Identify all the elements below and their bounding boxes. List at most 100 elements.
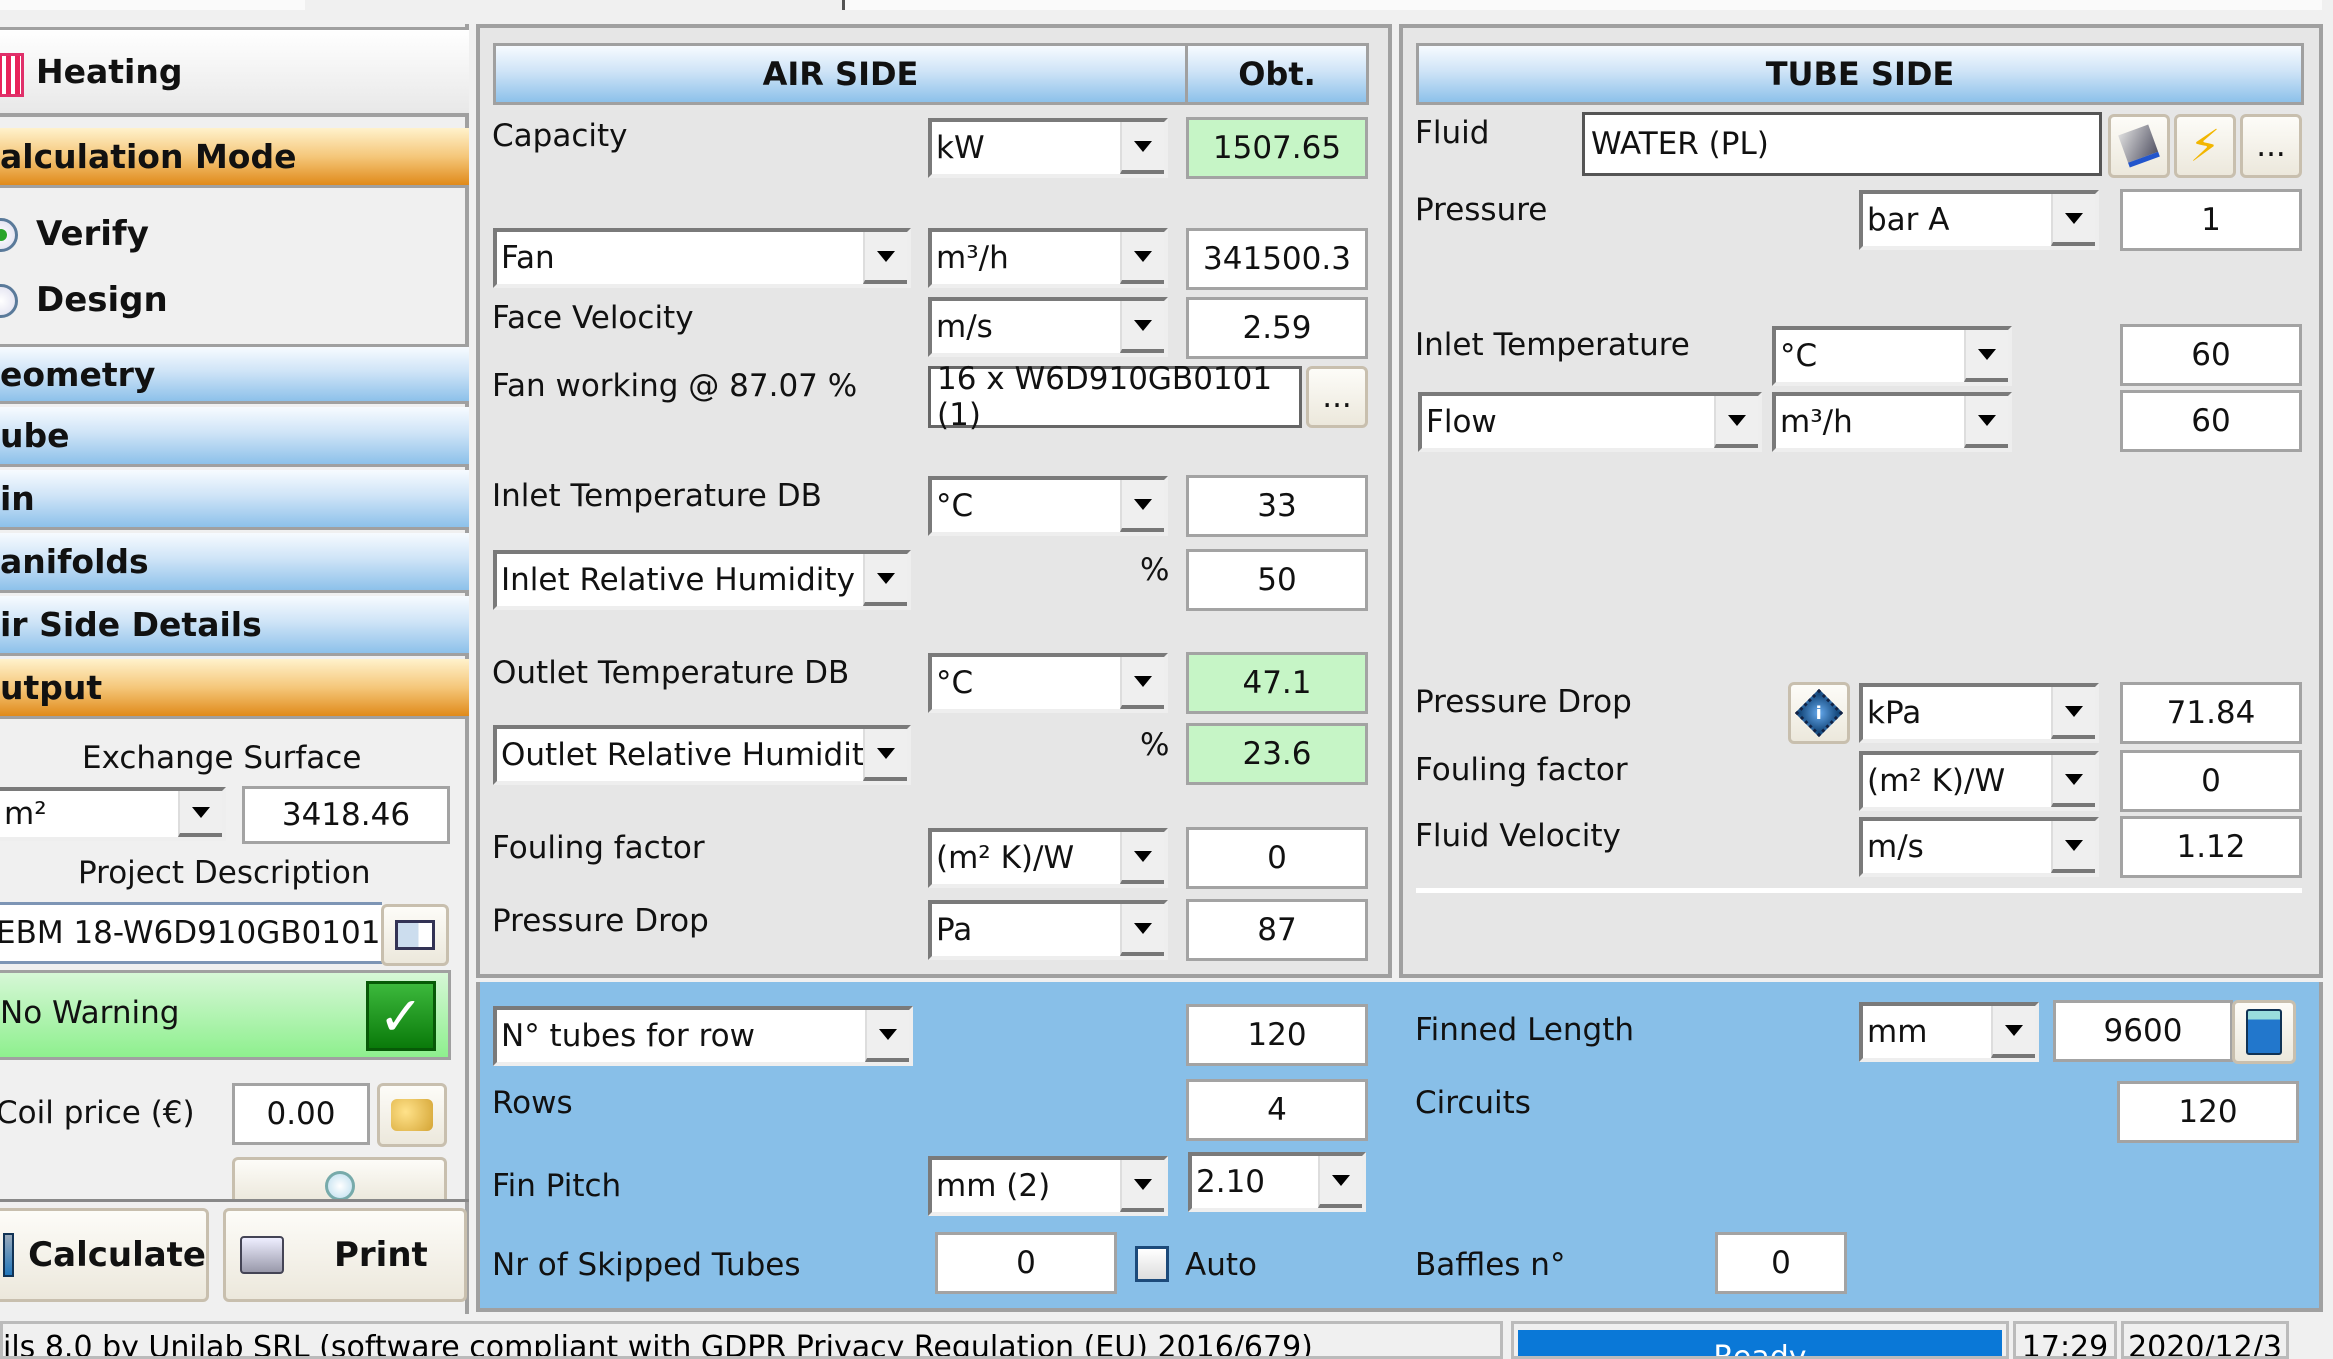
chevron-down-icon[interactable]	[2051, 194, 2095, 246]
price-list-button[interactable]	[377, 1083, 447, 1147]
auto-checkbox[interactable]	[1135, 1246, 1169, 1282]
skipped-tubes-input[interactable]: 0	[935, 1232, 1117, 1294]
outlet-humidity-unit: %	[1140, 727, 1170, 763]
tubes-per-row-input[interactable]: 120	[1186, 1004, 1368, 1066]
tube-pressure-drop-unit-select[interactable]: kPa	[1859, 683, 2099, 743]
sidebar-item-fin[interactable]: in	[0, 470, 469, 530]
calculator-icon	[2246, 1009, 2282, 1055]
exchange-surface-unit-select[interactable]: m²	[0, 787, 226, 841]
tube-flow-input[interactable]: 60	[2120, 390, 2302, 452]
finned-length-label: Finned Length	[1415, 1012, 1635, 1048]
print-button[interactable]: Print	[223, 1208, 467, 1302]
chevron-down-icon[interactable]	[1318, 1156, 1362, 1208]
rows-input[interactable]: 4	[1186, 1079, 1368, 1141]
sidebar-item-output[interactable]: utput	[0, 659, 469, 719]
outlet-temp-unit-select[interactable]: °C	[928, 653, 1168, 713]
air-pressure-drop-unit-select[interactable]: Pa	[928, 900, 1168, 960]
tube-pressure-drop-value: 71.84	[2120, 682, 2302, 744]
chevron-down-icon[interactable]	[1120, 480, 1164, 532]
search-button[interactable]	[232, 1157, 447, 1201]
tubes-type-select[interactable]: N° tubes for row	[493, 1006, 913, 1066]
inlet-humidity-input[interactable]: 50	[1186, 549, 1368, 611]
fluid-properties-button[interactable]	[2108, 114, 2170, 178]
chevron-down-icon[interactable]	[1120, 904, 1164, 956]
air-fouling-input[interactable]: 0	[1186, 827, 1368, 889]
fluid-field[interactable]: WATER (PL)	[1582, 112, 2102, 176]
tube-fouling-input[interactable]: 0	[2120, 750, 2302, 812]
heating-mode-header[interactable]: Heating	[0, 27, 469, 117]
sidebar-item-air-side-details[interactable]: ir Side Details	[0, 596, 469, 656]
chevron-down-icon[interactable]	[1120, 232, 1164, 284]
fluid-power-button[interactable]: ⚡	[2174, 114, 2236, 178]
air-fouling-unit-select[interactable]: (m² K)/W	[928, 828, 1168, 888]
chevron-down-icon[interactable]	[2051, 821, 2095, 873]
chevron-down-icon[interactable]	[863, 729, 907, 781]
sidebar-item-label: ube	[0, 416, 70, 455]
finned-length-input[interactable]: 9600	[2053, 1000, 2233, 1062]
verify-label[interactable]: Verify	[36, 214, 149, 254]
lightning-icon: ⚡	[2189, 120, 2221, 172]
chevron-down-icon[interactable]	[865, 1010, 909, 1062]
air-flow-input[interactable]: 341500.3	[1186, 228, 1368, 290]
sidebar-item-manifolds[interactable]: anifolds	[0, 533, 469, 593]
chevron-down-icon[interactable]	[1714, 396, 1758, 448]
tube-inlet-temp-input[interactable]: 60	[2120, 324, 2302, 386]
finned-length-calculator-button[interactable]	[2232, 1000, 2296, 1064]
fan-model-field[interactable]: 16 x W6D910GB0101 (1)	[928, 361, 1302, 433]
fluid-velocity-unit-select[interactable]: m/s	[1859, 817, 2099, 877]
inlet-temp-unit-select[interactable]: °C	[928, 476, 1168, 536]
coil-price-input[interactable]: 0.00	[232, 1083, 370, 1145]
pressure-drop-info-button[interactable]: i	[1788, 682, 1850, 744]
selected-value: m³/h	[1780, 404, 1853, 440]
tube-flow-type-select[interactable]: Flow	[1418, 392, 1762, 452]
chevron-down-icon[interactable]	[863, 232, 907, 284]
chevron-down-icon[interactable]	[1964, 396, 2008, 448]
air-flow-type-select[interactable]: Fan	[493, 228, 911, 288]
calculate-button[interactable]: Calculate	[0, 1208, 209, 1302]
selected-value: mm	[1867, 1014, 1928, 1050]
fin-pitch-unit-select[interactable]: mm (2)	[928, 1156, 1168, 1216]
inlet-humidity-type-select[interactable]: Inlet Relative Humidity	[493, 550, 911, 610]
pressure-unit-select[interactable]: bar A	[1859, 190, 2099, 250]
pressure-input[interactable]: 1	[2120, 189, 2302, 251]
selected-value: bar A	[1867, 202, 1950, 238]
finned-length-unit-select[interactable]: mm	[1859, 1002, 2039, 1062]
calculation-mode-header[interactable]: alculation Mode	[0, 128, 469, 188]
capacity-unit-select[interactable]: kW	[928, 118, 1168, 178]
circuits-input[interactable]: 120	[2117, 1081, 2299, 1143]
exchange-surface-value: 3418.46	[242, 786, 450, 844]
chevron-down-icon[interactable]	[1991, 1006, 2035, 1058]
chevron-down-icon[interactable]	[178, 791, 222, 837]
chevron-down-icon[interactable]	[2051, 687, 2095, 739]
chevron-down-icon[interactable]	[1120, 832, 1164, 884]
chevron-down-icon[interactable]	[863, 554, 907, 606]
sidebar-item-label: eometry	[0, 354, 156, 394]
tube-pressure-drop-label: Pressure Drop	[1415, 684, 1632, 720]
sidebar-item-tube[interactable]: ube	[0, 407, 469, 467]
baffles-input[interactable]: 0	[1715, 1232, 1847, 1294]
fin-pitch-value-select[interactable]: 2.10	[1188, 1152, 1366, 1212]
face-velocity-unit-select[interactable]: m/s	[928, 297, 1168, 357]
tube-fouling-unit-select[interactable]: (m² K)/W	[1859, 751, 2099, 811]
top-toolbar-strip	[0, 0, 2333, 22]
project-description-input[interactable]: EBM 18-W6D910GB0101	[0, 902, 382, 964]
chevron-down-icon[interactable]	[1120, 1160, 1164, 1212]
outlet-humidity-type-select[interactable]: Outlet Relative Humidity	[493, 725, 911, 785]
chevron-down-icon[interactable]	[1964, 330, 2008, 382]
tube-flow-unit-select[interactable]: m³/h	[1772, 392, 2012, 452]
fan-select-button[interactable]: ...	[1306, 366, 1368, 428]
chevron-down-icon[interactable]	[1120, 657, 1164, 709]
selected-value: Outlet Relative Humidity	[501, 737, 883, 773]
air-flow-unit-select[interactable]: m³/h	[928, 228, 1168, 288]
chevron-down-icon[interactable]	[1120, 122, 1164, 174]
inlet-temp-input[interactable]: 33	[1186, 475, 1368, 537]
fluid-more-button[interactable]: ...	[2240, 114, 2302, 178]
chevron-down-icon[interactable]	[1120, 301, 1164, 353]
sidebar-item-geometry[interactable]: eometry	[0, 344, 469, 404]
face-velocity-input[interactable]: 2.59	[1186, 297, 1368, 359]
resize-button[interactable]	[381, 904, 449, 966]
tube-inlet-temp-unit-select[interactable]: °C	[1772, 326, 2012, 386]
chevron-down-icon[interactable]	[2051, 755, 2095, 807]
design-label[interactable]: Design	[36, 280, 168, 320]
rows-label: Rows	[492, 1085, 573, 1121]
